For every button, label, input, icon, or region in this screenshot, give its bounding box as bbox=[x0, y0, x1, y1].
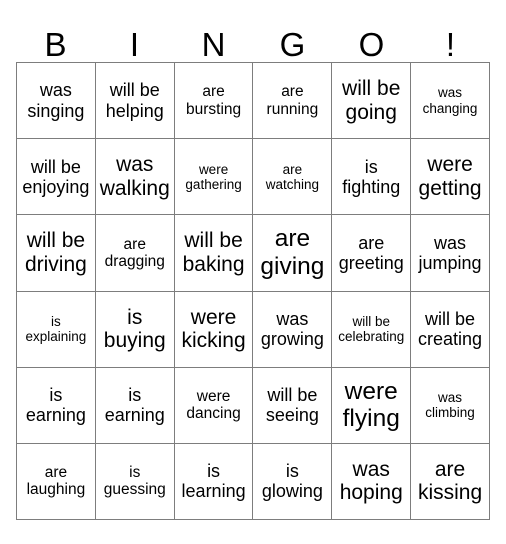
bingo-cell-label: are giving bbox=[260, 225, 325, 280]
bingo-cell-label: will be seeing bbox=[265, 385, 319, 426]
bingo-cell-label: will be celebrating bbox=[338, 313, 405, 345]
bingo-cell-label: will be baking bbox=[182, 229, 245, 276]
bingo-cell[interactable]: is explaining bbox=[17, 291, 96, 368]
bingo-cell-label: were getting bbox=[418, 153, 482, 200]
bingo-cell[interactable]: was walking bbox=[95, 139, 175, 216]
bingo-cell-label: was hoping bbox=[339, 457, 403, 505]
bingo-cell[interactable]: are laughing bbox=[17, 443, 96, 521]
bingo-cell-label: are kissing bbox=[417, 457, 483, 505]
bingo-cell-label: were gathering bbox=[185, 161, 242, 192]
bingo-header-letter: ! bbox=[445, 26, 456, 63]
bingo-row: is earning is earning were dancing will be … bbox=[17, 367, 490, 444]
bingo-cell-label: were kicking bbox=[181, 305, 246, 353]
bingo-header-letter: G bbox=[279, 26, 306, 63]
bingo-cell[interactable]: will be driving bbox=[17, 215, 96, 292]
bingo-cell-label: is buying bbox=[103, 305, 166, 353]
bingo-cell[interactable]: was singing bbox=[17, 63, 96, 140]
bingo-cell[interactable]: will be seeing bbox=[253, 367, 333, 444]
bingo-cell-label: will be creating bbox=[418, 308, 483, 350]
bingo-row: will be enjoying was walking were gatherin… bbox=[17, 139, 490, 216]
bingo-grid: was singing will be helping are bursting ar… bbox=[16, 62, 490, 521]
bingo-cell-label: is explaining bbox=[25, 313, 87, 345]
bingo-cell[interactable]: is buying bbox=[95, 291, 175, 368]
bingo-cell-label: are bursting bbox=[185, 83, 242, 118]
bingo-cell-label: will be going bbox=[342, 77, 401, 124]
bingo-cell[interactable]: were gathering bbox=[174, 139, 254, 216]
bingo-cell[interactable]: will be creating bbox=[411, 291, 490, 368]
bingo-cell[interactable]: will be enjoying bbox=[17, 139, 96, 216]
bingo-cell[interactable]: will be celebrating bbox=[332, 291, 412, 368]
bingo-cell[interactable]: was climbing bbox=[411, 367, 490, 444]
bingo-row: are laughing is guessing is learning is glo… bbox=[17, 443, 490, 521]
bingo-cell-label: are greeting bbox=[338, 232, 404, 273]
bingo-cell-label: are watching bbox=[265, 161, 320, 192]
bingo-cell-label: is learning bbox=[181, 461, 246, 502]
bingo-cell[interactable]: will be helping bbox=[95, 63, 175, 140]
bingo-card: B I N G O! was singing will be helping are bur… bbox=[0, 0, 506, 544]
bingo-header-letter: N bbox=[201, 26, 226, 63]
bingo-cell[interactable]: is fighting bbox=[332, 139, 412, 216]
bingo-cell[interactable]: are giving bbox=[253, 215, 333, 292]
bingo-cell[interactable]: are dragging bbox=[95, 215, 175, 292]
bingo-cell[interactable]: were dancing bbox=[174, 367, 254, 444]
bingo-cell[interactable]: will be baking bbox=[174, 215, 254, 292]
bingo-cell[interactable]: was jumping bbox=[411, 215, 490, 292]
bingo-cell[interactable]: is guessing bbox=[95, 443, 175, 521]
bingo-cell[interactable]: are bursting bbox=[174, 63, 254, 140]
bingo-cell[interactable]: will be going bbox=[332, 63, 412, 140]
bingo-cell[interactable]: was changing bbox=[411, 63, 490, 140]
bingo-cell[interactable]: are watching bbox=[253, 139, 333, 216]
bingo-cell-label: is glowing bbox=[261, 461, 323, 502]
bingo-cell-label: will be enjoying bbox=[22, 156, 90, 197]
bingo-cell[interactable]: were getting bbox=[411, 139, 490, 216]
bingo-cell-label: are running bbox=[266, 83, 319, 118]
bingo-header: B I N G O! bbox=[16, 16, 490, 62]
bingo-cell-label: is earning bbox=[104, 385, 165, 426]
bingo-cell-label: are laughing bbox=[26, 464, 86, 499]
bingo-cell-label: was walking bbox=[99, 153, 170, 200]
bingo-cell-label: is fighting bbox=[342, 156, 401, 197]
bingo-cell[interactable]: is learning bbox=[174, 443, 254, 521]
bingo-cell-label: was jumping bbox=[418, 232, 482, 273]
bingo-cell-label: are dragging bbox=[104, 235, 165, 270]
bingo-cell-label: were dancing bbox=[186, 387, 241, 423]
bingo-header-letter: O bbox=[358, 26, 385, 63]
bingo-cell[interactable]: was hoping bbox=[332, 443, 412, 521]
bingo-cell[interactable]: is earning bbox=[95, 367, 175, 444]
bingo-cell[interactable]: were kicking bbox=[174, 291, 254, 368]
bingo-cell-label: was singing bbox=[27, 80, 85, 121]
bingo-cell[interactable]: were flying bbox=[332, 367, 412, 444]
bingo-cell[interactable]: is earning bbox=[17, 367, 96, 444]
bingo-cell-label: were flying bbox=[342, 377, 400, 433]
bingo-header-letter: I bbox=[129, 26, 140, 63]
bingo-cell[interactable]: is glowing bbox=[253, 443, 333, 521]
bingo-cell-label: was changing bbox=[422, 85, 478, 116]
bingo-row: will be driving are dragging will be bakin… bbox=[17, 215, 490, 292]
bingo-cell[interactable]: are kissing bbox=[411, 443, 490, 521]
bingo-cell-label: is earning bbox=[25, 385, 86, 426]
bingo-row: was singing will be helping are bursting ar… bbox=[17, 63, 490, 140]
bingo-cell[interactable]: was growing bbox=[253, 291, 333, 368]
bingo-cell-label: is guessing bbox=[103, 464, 166, 499]
bingo-cell-label: was growing bbox=[260, 308, 324, 350]
bingo-cell-label: was climbing bbox=[425, 390, 475, 421]
bingo-cell-label: will be helping bbox=[105, 80, 164, 121]
bingo-cell[interactable]: are greeting bbox=[332, 215, 412, 292]
bingo-header-letter: B bbox=[44, 26, 67, 63]
bingo-cell-label: will be driving bbox=[24, 229, 87, 276]
bingo-cell[interactable]: are running bbox=[253, 63, 333, 140]
bingo-row: is explaining is buying were kicking was gr… bbox=[17, 291, 490, 368]
